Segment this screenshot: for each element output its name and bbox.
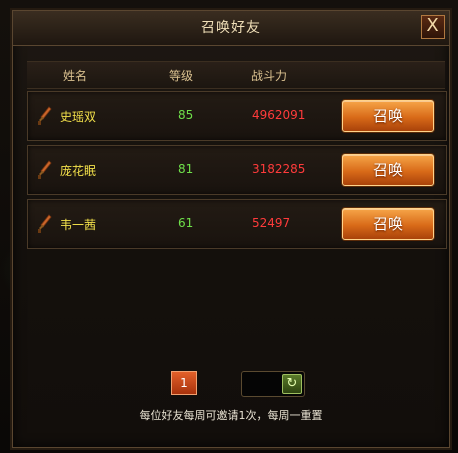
refresh-icon: ↻ — [286, 376, 298, 391]
table-header: 姓名 等级 战斗力 — [27, 61, 445, 89]
page-number-button[interactable]: 1 — [171, 371, 197, 395]
column-header-name: 姓名 — [63, 69, 88, 83]
close-button[interactable]: X — [421, 15, 445, 39]
friend-level: 81 — [178, 162, 194, 176]
summon-button[interactable]: 召唤 — [342, 154, 434, 186]
summon-button[interactable]: 召唤 — [342, 100, 434, 132]
friend-name: 史瑶双 — [60, 110, 97, 124]
column-header-power: 战斗力 — [251, 69, 288, 83]
friend-power: 4962091 — [252, 108, 306, 122]
dialog-title: 召唤好友 — [201, 20, 261, 36]
friend-name: 庞花眠 — [60, 164, 97, 178]
invite-rule-note: 每位好友每周可邀请1次，每周一重置 — [139, 409, 323, 422]
summon-friend-dialog: 召唤好友 X 姓名 等级 战斗力 史瑶双 85 4962091 召唤 庞花眠 8… — [12, 10, 450, 448]
close-icon: X — [426, 15, 440, 36]
sword-icon — [38, 106, 52, 125]
summon-button[interactable]: 召唤 — [342, 208, 434, 240]
sword-icon — [38, 160, 52, 179]
friend-row: 庞花眠 81 3182285 召唤 — [27, 145, 447, 195]
friend-power: 52497 — [252, 216, 291, 230]
friend-row: 史瑶双 85 4962091 召唤 — [27, 91, 447, 141]
refresh-button[interactable]: ↻ — [282, 374, 302, 394]
column-header-level: 等级 — [169, 69, 194, 83]
friend-row: 韦一茜 61 52497 召唤 — [27, 199, 447, 249]
refresh-box: ↻ — [241, 371, 305, 397]
sword-icon — [38, 214, 52, 233]
friend-level: 61 — [178, 216, 194, 230]
dialog-title-bar: 召唤好友 X — [13, 11, 449, 46]
friend-power: 3182285 — [252, 162, 306, 176]
friend-name: 韦一茜 — [60, 218, 97, 232]
friend-level: 85 — [178, 108, 194, 122]
